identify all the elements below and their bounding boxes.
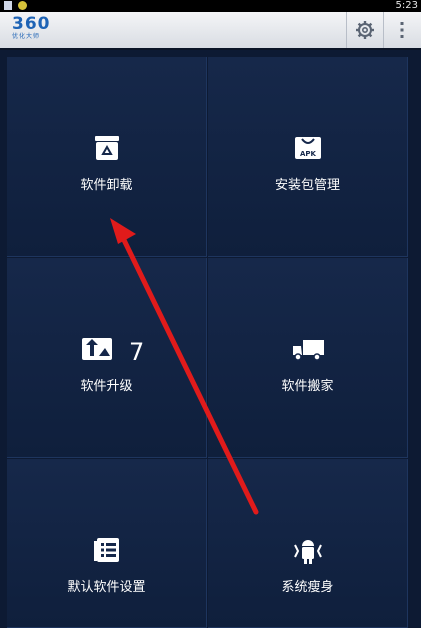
settings-button[interactable] — [346, 12, 382, 48]
tile-label: 软件升级 — [80, 379, 133, 394]
upgrade-icon — [81, 338, 112, 360]
svg-text:APK: APK — [300, 150, 317, 158]
tile-label: 默认软件设置 — [67, 580, 146, 595]
android-slim-icon — [293, 540, 322, 564]
tile-apk-manager[interactable]: APK 安装包管理 — [208, 57, 408, 257]
title-bar: 360 优化大师 — [0, 12, 421, 50]
tile-label: 安装包管理 — [274, 178, 340, 193]
overflow-menu-icon — [400, 22, 404, 38]
apk-package-icon: APK — [294, 137, 321, 159]
logo-text: 360 — [12, 14, 51, 34]
function-grid: 软件卸载 APK 安装包管理 7 软件升级 软件搬家 默认软件设置 系统瘦身 — [7, 57, 409, 628]
list-document-icon — [93, 538, 119, 562]
notification-icon — [4, 1, 12, 10]
tile-system-slim[interactable]: 系统瘦身 — [208, 459, 408, 628]
status-clock: 5:23 — [395, 0, 418, 11]
status-bar: 5:23 — [0, 0, 421, 12]
tile-move-apps[interactable]: 软件搬家 — [208, 258, 408, 458]
app-logo: 360 优化大师 — [12, 15, 51, 41]
tile-label: 软件搬家 — [281, 379, 334, 394]
tile-label: 系统瘦身 — [281, 580, 334, 595]
logo-subtext: 优化大师 — [12, 33, 41, 40]
tile-default-apps[interactable]: 默认软件设置 — [7, 459, 207, 628]
recycle-bin-icon — [94, 136, 119, 160]
tile-upgrade[interactable]: 7 软件升级 — [7, 258, 207, 458]
truck-icon — [292, 340, 324, 361]
tile-label: 软件卸载 — [80, 178, 133, 193]
gear-icon — [356, 21, 374, 39]
app-notification-icon — [18, 1, 27, 10]
tile-uninstall[interactable]: 软件卸载 — [7, 57, 207, 257]
overflow-menu-button[interactable] — [383, 12, 419, 48]
upgrade-count-badge: 7 — [129, 338, 145, 366]
